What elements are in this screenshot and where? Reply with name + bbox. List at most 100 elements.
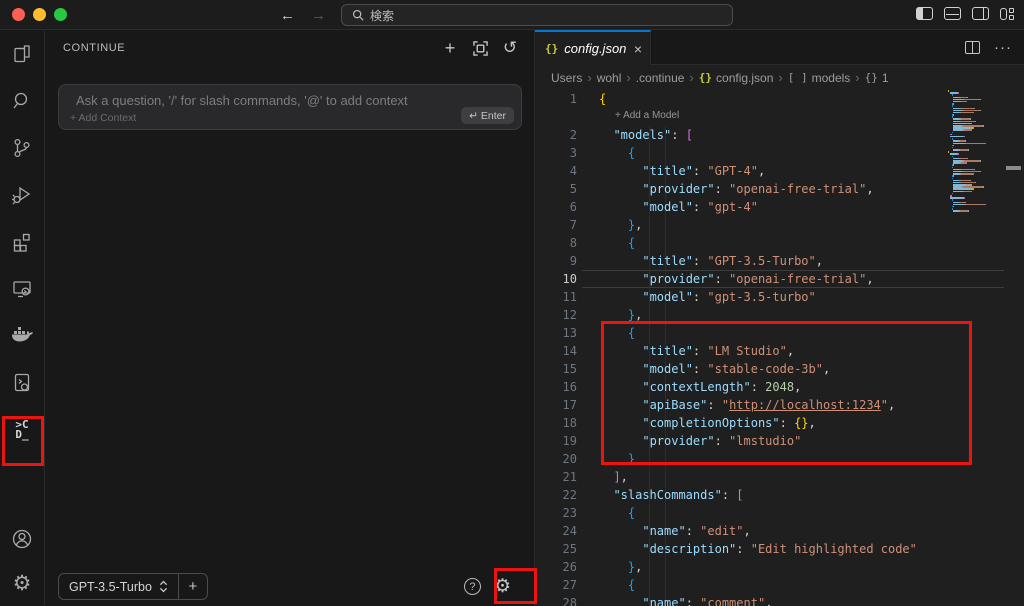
line-number: 28 <box>535 594 577 606</box>
breadcrumb[interactable]: Users › wohl › .continue › {} config.json › [ ] mo… <box>535 65 1024 90</box>
line-number: 3 <box>535 144 577 162</box>
symbol-icon: [ ] <box>788 71 808 84</box>
json-file-icon: {} <box>545 42 558 55</box>
breadcrumb-label: .continue <box>636 71 685 85</box>
continue-icon[interactable]: >C D_ <box>0 406 45 453</box>
add-context-button[interactable]: + Add Context <box>70 112 136 124</box>
line-number: 9 <box>535 252 577 270</box>
line-number: 26 <box>535 558 577 576</box>
line-number: 16 <box>535 378 577 396</box>
customize-layout-icon[interactable] <box>1000 8 1014 20</box>
search-placeholder: 検索 <box>370 7 394 24</box>
model-select-value: GPT-3.5-Turbo <box>69 580 152 594</box>
model-select[interactable]: GPT-3.5-Turbo <box>59 574 178 599</box>
panel-title: CONTINUE <box>63 42 125 54</box>
chat-input[interactable]: Ask a question, '/' for slash commands, … <box>58 84 522 130</box>
breadcrumb-label: config.json <box>716 71 773 85</box>
accounts-icon[interactable] <box>0 518 45 560</box>
window-minimize-button[interactable] <box>33 8 46 21</box>
explorer-icon[interactable] <box>0 30 45 77</box>
window-zoom-button[interactable] <box>54 8 67 21</box>
new-session-button[interactable]: + <box>440 38 460 58</box>
toggle-secondary-sidebar-icon[interactable] <box>972 7 989 20</box>
line-number: 8 <box>535 234 577 252</box>
line-number: 13 <box>535 324 577 342</box>
window-controls <box>12 8 67 21</box>
more-actions-icon[interactable]: ··· <box>994 39 1012 56</box>
line-number: 6 <box>535 198 577 216</box>
source-control-icon[interactable] <box>0 124 45 171</box>
remote-explorer-icon[interactable] <box>0 265 45 312</box>
tab-bar: {} config.json × ··· <box>535 30 1024 65</box>
line-number: 5 <box>535 180 577 198</box>
nav-forward-icon[interactable]: → <box>311 7 326 24</box>
minimap-line <box>948 210 1004 212</box>
json-braces-icon: {} <box>699 71 712 84</box>
breadcrumb-separator: › <box>626 70 630 85</box>
line-number: 25 <box>535 540 577 558</box>
line-number: 4 <box>535 162 577 180</box>
breadcrumb-item[interactable]: [ ] models <box>788 71 851 85</box>
line-number: 14 <box>535 342 577 360</box>
title-bar: ← → 検索 <box>0 0 1024 30</box>
tab-config-json[interactable]: {} config.json × <box>535 30 651 65</box>
line-number: 19 <box>535 432 577 450</box>
breadcrumb-label: 1 <box>882 71 889 85</box>
activity-bar: >C D_ ⚙ <box>0 30 45 606</box>
continue-settings-gear-icon[interactable]: ⚙ <box>494 575 511 598</box>
breadcrumb-separator: › <box>855 70 859 85</box>
breadcrumb-label: models <box>812 71 851 85</box>
nav-back-icon[interactable]: ← <box>280 7 295 24</box>
breadcrumb-item[interactable]: {} 1 <box>865 71 889 85</box>
manage-gear-icon[interactable]: ⚙ <box>0 560 45 606</box>
toggle-primary-sidebar-icon[interactable] <box>916 7 933 20</box>
line-number: 15 <box>535 360 577 378</box>
tab-label: config.json <box>564 41 626 56</box>
line-number: 2 <box>535 126 577 144</box>
command-center-search[interactable]: 検索 <box>341 4 733 26</box>
breadcrumb-item[interactable]: Users <box>551 71 582 85</box>
model-select-group: GPT-3.5-Turbo + <box>58 573 208 600</box>
line-number: 22 <box>535 486 577 504</box>
line-number: 27 <box>535 576 577 594</box>
breadcrumb-separator: › <box>689 70 693 85</box>
chat-input-placeholder: Ask a question, '/' for slash commands, … <box>76 93 408 108</box>
enter-badge[interactable]: ↵ Enter <box>461 107 514 124</box>
line-number: 1 <box>535 90 577 108</box>
line-number: 24 <box>535 522 577 540</box>
window-close-button[interactable] <box>12 8 25 21</box>
history-button[interactable]: ↺ <box>500 38 520 58</box>
breadcrumb-separator: › <box>587 70 591 85</box>
fullscreen-button[interactable] <box>470 38 490 58</box>
breadcrumb-label: Users <box>551 71 582 85</box>
split-editor-icon[interactable] <box>965 41 980 54</box>
breadcrumb-label: wohl <box>597 71 622 85</box>
breadcrumb-item[interactable]: {} config.json <box>699 71 774 85</box>
minimap[interactable] <box>948 90 1004 606</box>
line-number: 10 <box>535 270 577 288</box>
line-number: 18 <box>535 414 577 432</box>
docker-icon[interactable] <box>0 312 45 359</box>
line-number: 11 <box>535 288 577 306</box>
run-debug-icon[interactable] <box>0 171 45 218</box>
line-number: 17 <box>535 396 577 414</box>
extensions-icon[interactable] <box>0 218 45 265</box>
runner-file-icon[interactable] <box>0 359 45 406</box>
line-number: 23 <box>535 504 577 522</box>
symbol-icon: {} <box>865 71 878 84</box>
tab-close-icon[interactable]: × <box>634 41 642 57</box>
help-button[interactable]: ? <box>464 578 481 595</box>
toggle-panel-icon[interactable] <box>944 7 961 20</box>
breadcrumb-item[interactable]: .continue <box>636 71 685 85</box>
continue-panel: CONTINUE + ↺ Ask a question, '/' for sla… <box>45 30 535 606</box>
add-model-button[interactable]: + <box>178 574 207 599</box>
editor-group: {} config.json × ··· Users › wohl › .continu… <box>535 30 1024 606</box>
search-icon <box>352 9 364 21</box>
overview-ruler-cursor <box>1006 166 1021 170</box>
breadcrumb-separator: › <box>778 70 782 85</box>
chevron-updown-icon <box>159 580 168 593</box>
breadcrumb-item[interactable]: wohl <box>597 71 622 85</box>
line-number: 20 <box>535 450 577 468</box>
line-number: 21 <box>535 468 577 486</box>
search-icon[interactable] <box>0 77 45 124</box>
